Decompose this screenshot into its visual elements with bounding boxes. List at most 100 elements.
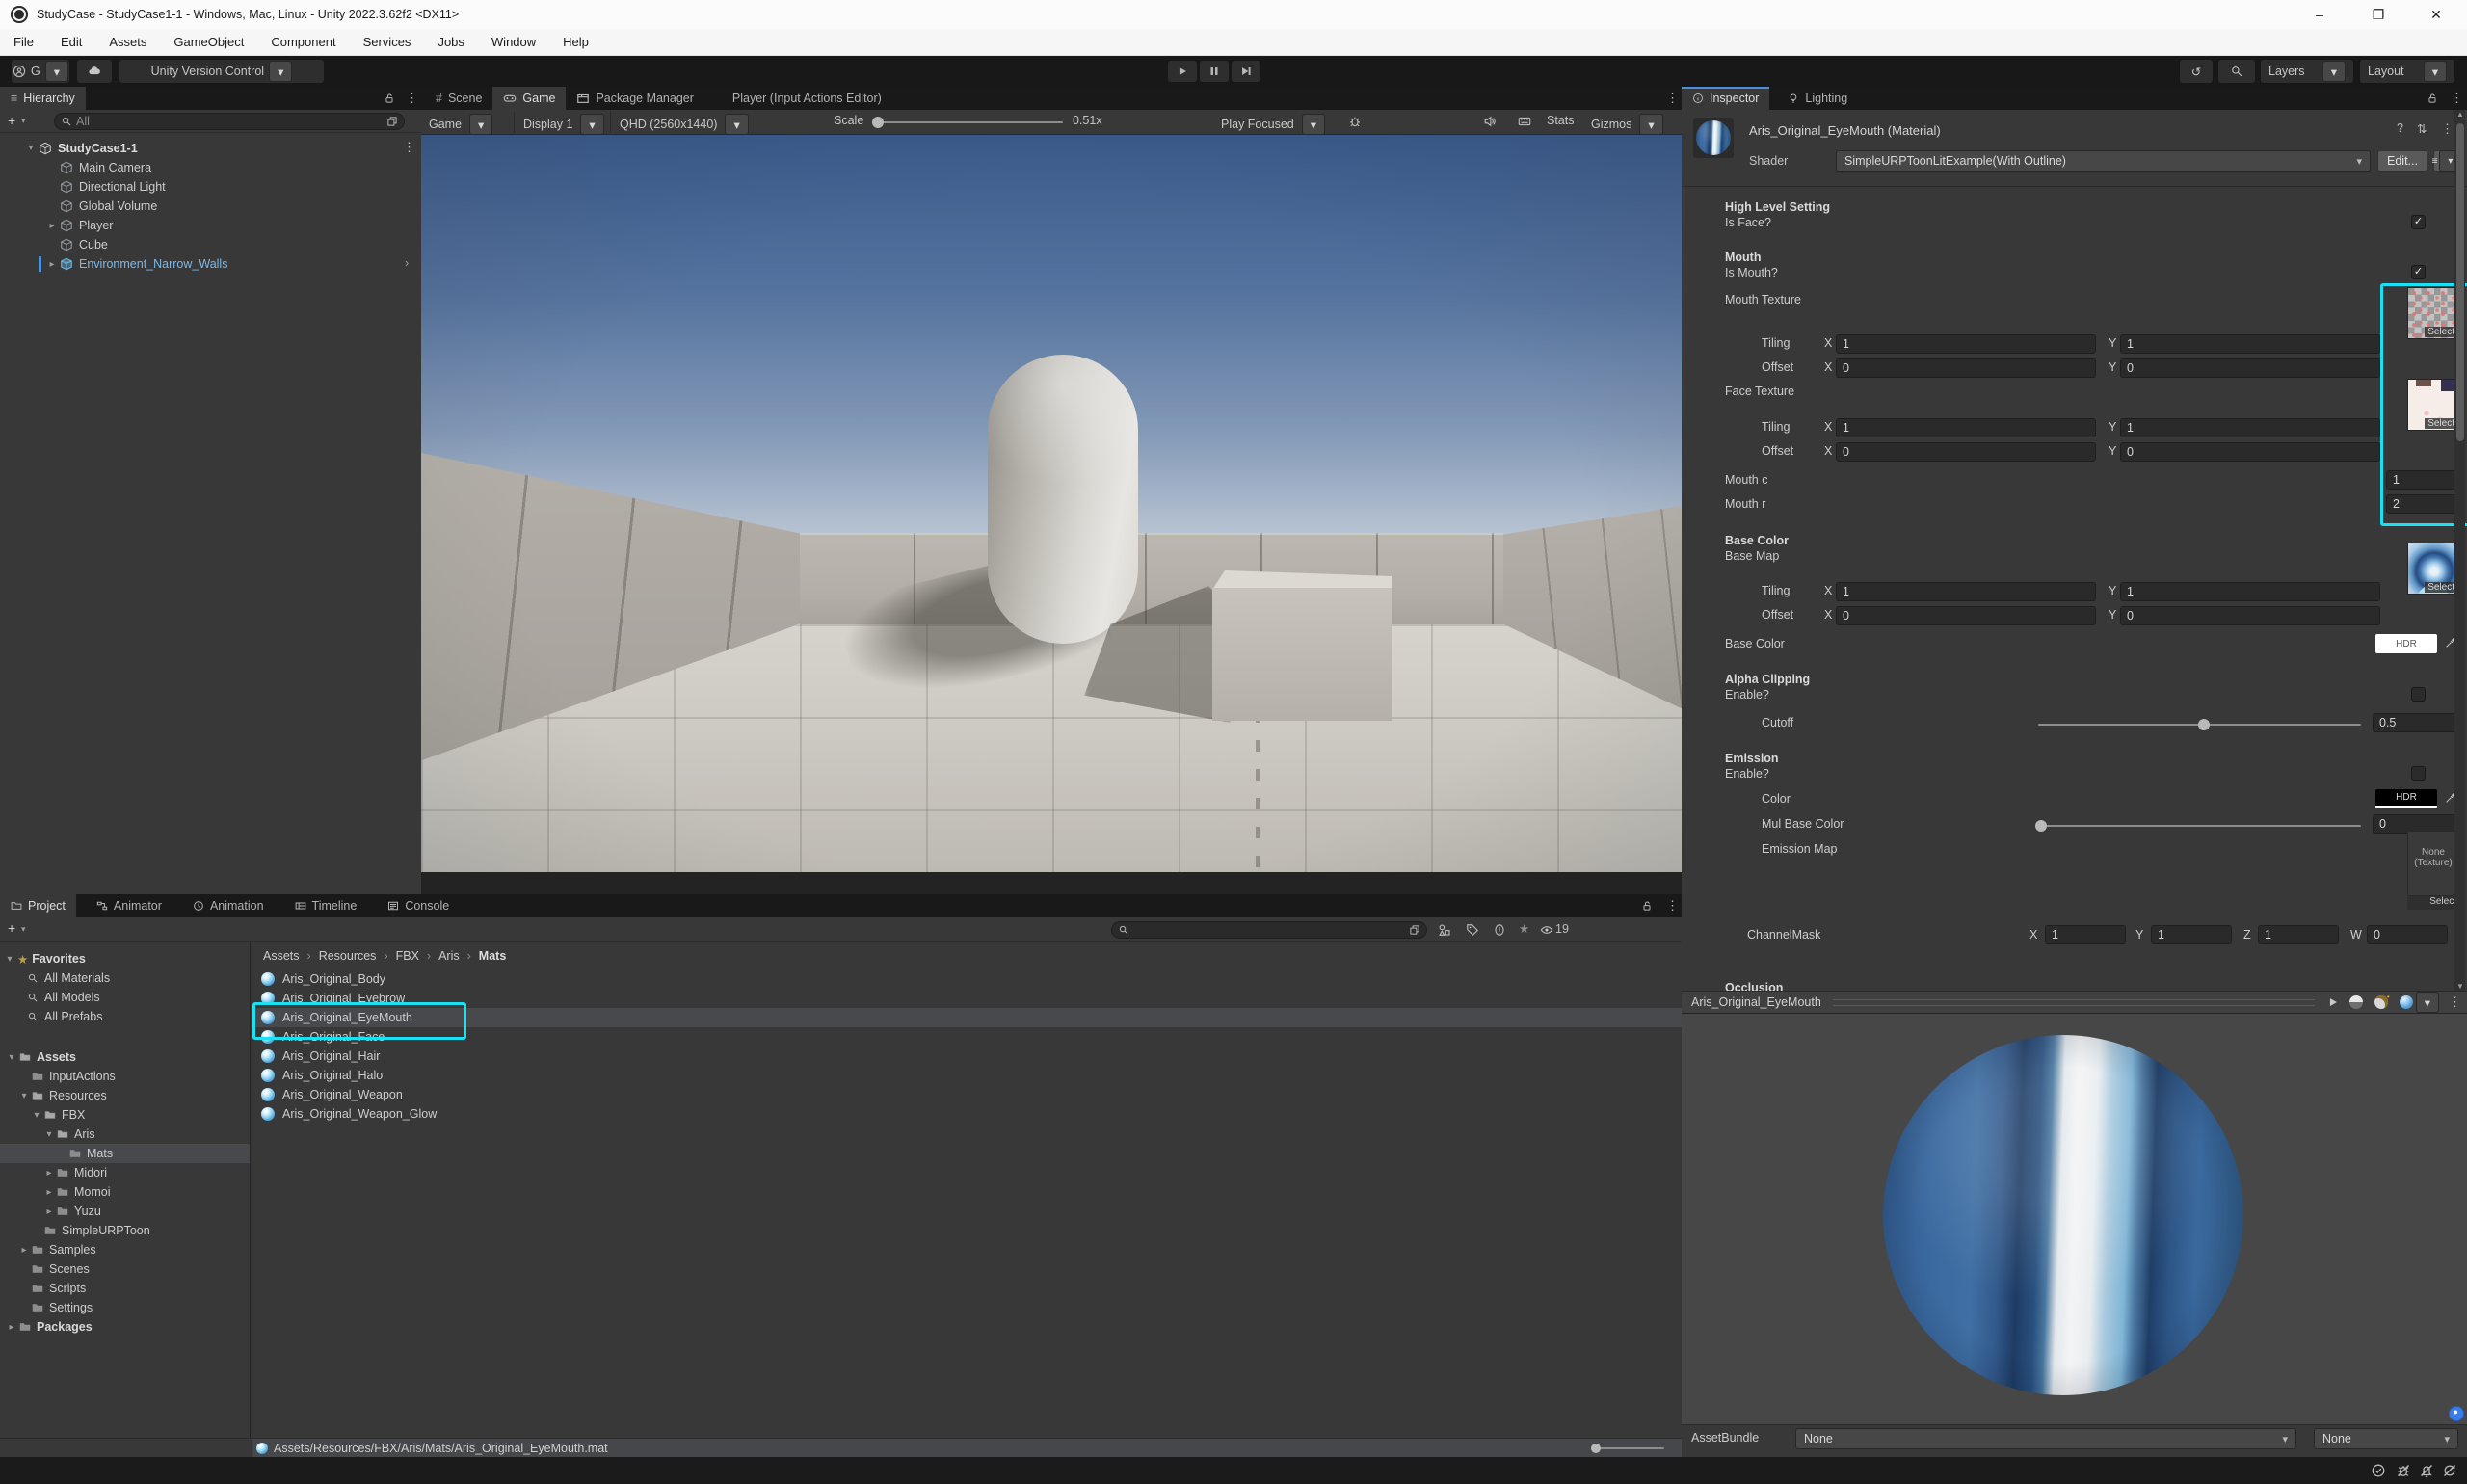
game-view-dropdown[interactable]: Game▾ — [429, 114, 492, 135]
add-dropdown-icon[interactable]: ▾ — [21, 116, 26, 126]
create-dropdown-icon[interactable]: ▾ — [21, 924, 26, 935]
mouth-tiling-y-field[interactable]: 1 — [2120, 334, 2380, 354]
tab-player-input-actions[interactable]: Player (Input Actions Editor) — [722, 87, 892, 110]
folder-fbx[interactable]: ▾FBX — [0, 1105, 250, 1125]
menu-window[interactable]: Window — [478, 29, 549, 49]
folder-resources[interactable]: ▾Resources — [0, 1086, 250, 1105]
base-offset-x-field[interactable]: 0 — [1836, 606, 2096, 625]
foldout-icon[interactable]: ▸ — [46, 221, 58, 231]
asset-aris-original-weapon[interactable]: Aris_Original_Weapon — [252, 1085, 1682, 1104]
foldout-icon[interactable]: ▾ — [43, 1129, 55, 1140]
cutoff-field[interactable]: 0.5 — [2373, 713, 2459, 732]
display-dropdown[interactable]: Display 1▾ — [523, 114, 604, 135]
alpha-enable-checkbox[interactable] — [2411, 687, 2426, 702]
hierarchy-search-input[interactable]: All — [54, 113, 405, 130]
mul-base-color-knob[interactable] — [2035, 820, 2047, 832]
help-icon[interactable]: ? — [2397, 121, 2403, 135]
foldout-icon[interactable]: ▾ — [6, 1052, 17, 1063]
mouth-offset-y-field[interactable]: 0 — [2120, 358, 2380, 378]
menu-gameobject[interactable]: GameObject — [160, 29, 257, 49]
tab-project[interactable]: Project — [0, 894, 76, 917]
channelmask-x-field[interactable]: 1 — [2045, 925, 2126, 944]
preview-menu-icon[interactable]: ⋮ — [2449, 994, 2461, 1010]
hierarchy-item-global-volume[interactable]: Global Volume — [0, 197, 421, 216]
mute-audio-icon[interactable] — [1483, 115, 1497, 128]
material-preview-area[interactable]: ● — [1682, 1014, 2467, 1424]
menu-edit[interactable]: Edit — [47, 29, 95, 49]
presets-icon[interactable]: ⇅ — [2417, 121, 2427, 136]
favorites-star-icon[interactable]: ★ — [1519, 921, 1529, 936]
project-menu-icon[interactable]: ⋮ — [1666, 898, 1679, 914]
hierarchy-item-environment-narrow-walls[interactable]: ▸Environment_Narrow_Walls› — [0, 254, 421, 274]
folder-settings[interactable]: Settings — [0, 1298, 250, 1317]
face-tiling-x-field[interactable]: 1 — [1836, 418, 2096, 437]
layout-dropdown[interactable]: Layout▾ — [2360, 60, 2454, 83]
lock-icon[interactable] — [1641, 900, 1653, 912]
folder-assets[interactable]: ▾Assets — [0, 1047, 250, 1067]
channelmask-y-field[interactable]: 1 — [2151, 925, 2232, 944]
tab-scene[interactable]: # Scene — [425, 87, 492, 110]
face-texture-select-button[interactable]: Select — [2425, 418, 2457, 429]
folder-aris[interactable]: ▾Aris — [0, 1125, 250, 1144]
debugger-disabled-icon[interactable] — [2396, 1463, 2411, 1478]
game-panel-menu-icon[interactable]: ⋮ — [1666, 91, 1679, 106]
folder-midori[interactable]: ▸Midori — [0, 1163, 250, 1182]
compile-ok-icon[interactable] — [2371, 1463, 2386, 1478]
hidden-count-eye-icon[interactable] — [1540, 923, 1553, 937]
shader-dropdown[interactable]: SimpleURPToonLitExample(With Outline)▾ — [1836, 150, 2371, 172]
version-control-button[interactable]: Unity Version Control ▾ — [119, 60, 324, 83]
thumbnail-size-slider[interactable] — [1591, 1447, 1664, 1449]
favorites-item-all-models[interactable]: All Models — [0, 988, 250, 1007]
base-color-swatch[interactable]: HDR — [2375, 634, 2437, 653]
foldout-icon[interactable]: ▾ — [25, 143, 37, 153]
create-asset-button[interactable]: + — [8, 920, 15, 936]
notifications-muted-icon[interactable] — [2419, 1463, 2434, 1478]
base-map-thumbnail[interactable]: Select — [2407, 543, 2459, 595]
mul-base-color-slider[interactable] — [2038, 825, 2361, 827]
account-button[interactable]: G ▾ — [12, 60, 69, 83]
stats-button[interactable]: Stats — [1547, 114, 1575, 127]
material-thumbnail[interactable] — [1696, 120, 1731, 155]
favorites-header[interactable]: ▾ ★ Favorites — [0, 949, 250, 968]
favorites-item-all-prefabs[interactable]: All Prefabs — [0, 1007, 250, 1026]
folder-packages[interactable]: ▸Packages — [0, 1317, 250, 1337]
pick-window-icon[interactable] — [386, 116, 398, 127]
folder-scenes[interactable]: Scenes — [0, 1259, 250, 1279]
search-button[interactable] — [2218, 60, 2255, 83]
inspector-menu-icon[interactable]: ⋮ — [2451, 91, 2463, 106]
minimize-button[interactable]: – — [2297, 0, 2342, 29]
hierarchy-item-cube[interactable]: Cube — [0, 235, 421, 254]
breadcrumb-fbx[interactable]: FBX — [396, 949, 419, 963]
scroll-up-icon[interactable]: ▲ — [2456, 110, 2464, 119]
project-search-input[interactable] — [1111, 921, 1427, 939]
search-by-label-icon[interactable] — [1466, 923, 1479, 937]
menu-services[interactable]: Services — [350, 29, 425, 49]
preview-drag-handle[interactable] — [1833, 999, 2315, 1006]
tab-animator[interactable]: Animator — [86, 894, 172, 917]
thumbnail-size-knob[interactable] — [1591, 1444, 1601, 1453]
folder-mats[interactable]: Mats — [0, 1144, 250, 1163]
vsync-grid-icon[interactable] — [1518, 115, 1531, 128]
preview-light-icon[interactable]: • — [2374, 995, 2388, 1009]
emission-color-swatch[interactable]: HDR — [2375, 789, 2437, 808]
scale-slider[interactable] — [874, 121, 1063, 123]
emission-map-select-button[interactable]: Select — [2407, 896, 2459, 910]
scene-row[interactable]: ▾ StudyCase1-1 ⋮ — [0, 138, 421, 158]
tab-game[interactable]: Game — [492, 87, 566, 110]
mouth-r-field[interactable]: 2 — [2386, 494, 2459, 514]
asset-aris-original-body[interactable]: Aris_Original_Body — [252, 969, 1682, 989]
tab-package-manager[interactable]: Package Manager — [566, 87, 703, 110]
gizmos-dropdown[interactable]: Gizmos▾ — [1591, 114, 1663, 135]
is-mouth-checkbox[interactable]: ✓ — [2411, 265, 2426, 279]
scrollbar-thumb[interactable] — [2456, 123, 2464, 441]
assetbundle-variant-dropdown[interactable]: None▾ — [2314, 1428, 2458, 1449]
scroll-down-icon[interactable]: ▼ — [2456, 982, 2464, 991]
inspector-scrollbar[interactable]: ▲ ▼ — [2454, 110, 2465, 991]
asset-aris-original-weapon-glow[interactable]: Aris_Original_Weapon_Glow — [252, 1104, 1682, 1124]
close-button[interactable]: ✕ — [2414, 0, 2458, 29]
foldout-icon[interactable]: ▸ — [43, 1206, 55, 1217]
preview-play-icon[interactable] — [2326, 995, 2340, 1009]
tab-inspector[interactable]: Inspector — [1682, 87, 1769, 110]
folder-samples[interactable]: ▸Samples — [0, 1240, 250, 1259]
menu-assets[interactable]: Assets — [95, 29, 160, 49]
